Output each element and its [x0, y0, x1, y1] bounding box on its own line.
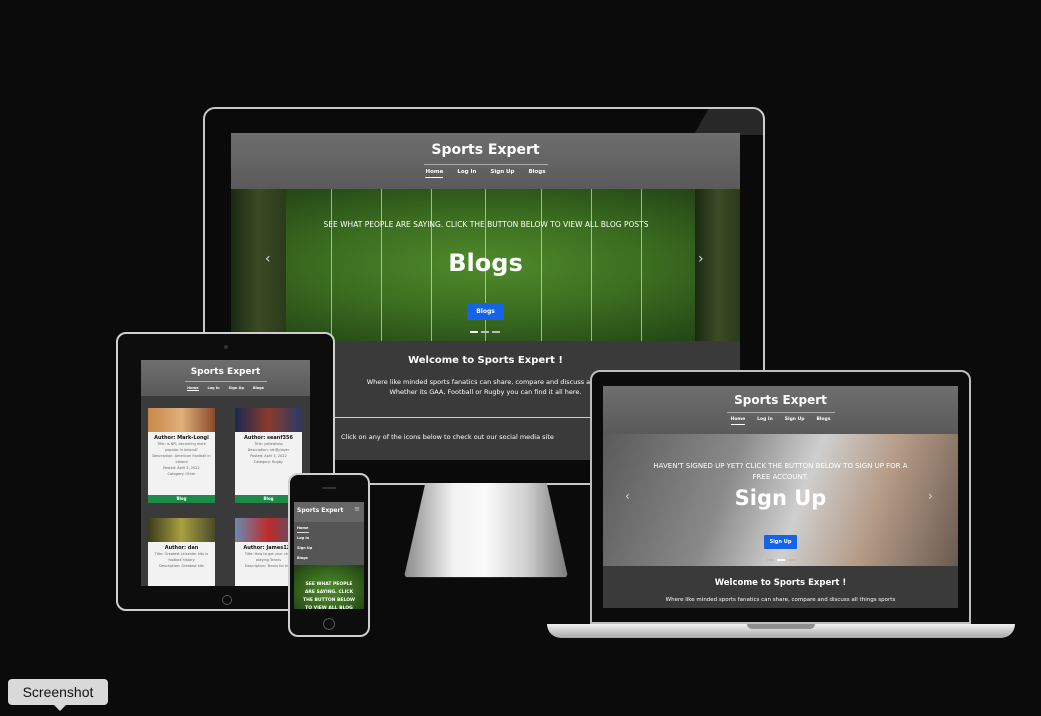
- card-author: Author: Mark-Longi: [154, 435, 209, 441]
- laptop-nav-blogs[interactable]: Blogs: [816, 417, 830, 425]
- card-author: Author: seanf356: [244, 435, 293, 441]
- nav-bar: Home Log In Sign Up Blogs: [423, 164, 548, 178]
- card-blog-button[interactable]: Blog: [148, 495, 215, 503]
- site-header: Sports Expert Home Log In Sign Up Blogs: [231, 133, 740, 189]
- tablet-screen: Sports Expert Home Log In Sign Up Blogs …: [141, 360, 310, 586]
- hero-caption: SEE WHAT PEOPLE ARE SAYING. CLICK THE BU…: [323, 220, 649, 229]
- carousel-indicators[interactable]: [470, 331, 500, 333]
- tablet-nav-login[interactable]: Log In: [208, 386, 220, 391]
- laptop-nav-login[interactable]: Log In: [757, 417, 773, 425]
- laptop-nav-signup[interactable]: Sign Up: [785, 417, 805, 425]
- tablet-nav-signup[interactable]: Sign Up: [229, 386, 244, 391]
- card-category: Category: Rugby: [253, 460, 284, 464]
- tablet-nav-blogs[interactable]: Blogs: [253, 386, 264, 391]
- phone-home-button[interactable]: [323, 618, 335, 630]
- menu-icon[interactable]: ≡: [354, 505, 360, 513]
- blog-card: Author: Mark-Longi Title: is NFL becomin…: [148, 408, 215, 503]
- phone-nav: Home Log In Sign Up Blogs: [294, 522, 364, 565]
- phone-nav-signup[interactable]: Sign Up: [297, 543, 361, 553]
- phone-screen: Sports Expert ≡ Home Log In Sign Up Blog…: [294, 502, 364, 609]
- laptop-welcome-text: Where like minded sports fanatics can sh…: [665, 597, 896, 603]
- hero-heading: Blogs: [448, 249, 523, 277]
- phone-hero: SEE WHAT PEOPLE ARE SAYING. CLICK THE BU…: [294, 565, 364, 609]
- card-category: Category: Other: [167, 472, 196, 476]
- nav-login[interactable]: Log In: [457, 169, 476, 178]
- tablet-camera: [224, 345, 228, 349]
- nav-signup[interactable]: Sign Up: [490, 169, 514, 178]
- laptop-base: [547, 624, 1015, 638]
- blog-card-image: [148, 408, 215, 432]
- laptop-carousel-indicators[interactable]: [766, 559, 796, 561]
- signup-heading: Sign Up: [734, 486, 827, 510]
- carousel-next[interactable]: ›: [698, 251, 704, 267]
- signup-button[interactable]: Sign Up: [763, 535, 798, 549]
- screenshot-tooltip: Screenshot: [8, 679, 108, 711]
- phone-speaker: [322, 487, 336, 489]
- hero-carousel: SEE WHAT PEOPLE ARE SAYING. CLICK THE BU…: [231, 189, 740, 341]
- signup-hero: HAVEN'T SIGNED UP YET? CLICK THE BUTTON …: [603, 434, 958, 566]
- blog-card-image: [235, 408, 302, 432]
- nav-blogs[interactable]: Blogs: [528, 169, 545, 178]
- carousel-prev[interactable]: ‹: [265, 251, 271, 267]
- phone-nav-blogs[interactable]: Blogs: [297, 553, 361, 563]
- monitor-stand: [404, 483, 568, 578]
- phone-hero-caption: SEE WHAT PEOPLE ARE SAYING. CLICK THE BU…: [303, 582, 355, 609]
- laptop-screen: Sports Expert Home Log In Sign Up Blogs …: [603, 386, 958, 608]
- blog-card-image: [148, 518, 215, 542]
- tablet-home-button[interactable]: [222, 595, 232, 605]
- signup-caption: HAVEN'T SIGNED UP YET? CLICK THE BUTTON …: [653, 462, 908, 481]
- tablet-site-title: Sports Expert: [190, 367, 261, 377]
- blogs-button[interactable]: Blogs: [467, 303, 504, 320]
- laptop-carousel-next[interactable]: ›: [928, 489, 933, 503]
- card-author: Author: dan: [164, 545, 199, 551]
- nav-home[interactable]: Home: [425, 169, 444, 178]
- phone-nav-home[interactable]: Home: [297, 524, 309, 533]
- phone-site-title: Sports Expert: [297, 507, 344, 514]
- laptop-carousel-prev[interactable]: ‹: [625, 489, 630, 503]
- site-title: Sports Expert: [431, 142, 540, 158]
- card-desc: Description: Greatest kits: [159, 564, 204, 568]
- blog-card: Author: dan Title: Greatest Leicester ki…: [148, 518, 215, 586]
- laptop-nav-home[interactable]: Home: [730, 417, 746, 425]
- tablet-nav-home[interactable]: Home: [187, 386, 199, 391]
- laptop-welcome-heading: Welcome to Sports Expert !: [714, 578, 847, 588]
- phone-nav-login[interactable]: Log In: [297, 533, 361, 543]
- laptop-site-title: Sports Expert: [734, 393, 827, 407]
